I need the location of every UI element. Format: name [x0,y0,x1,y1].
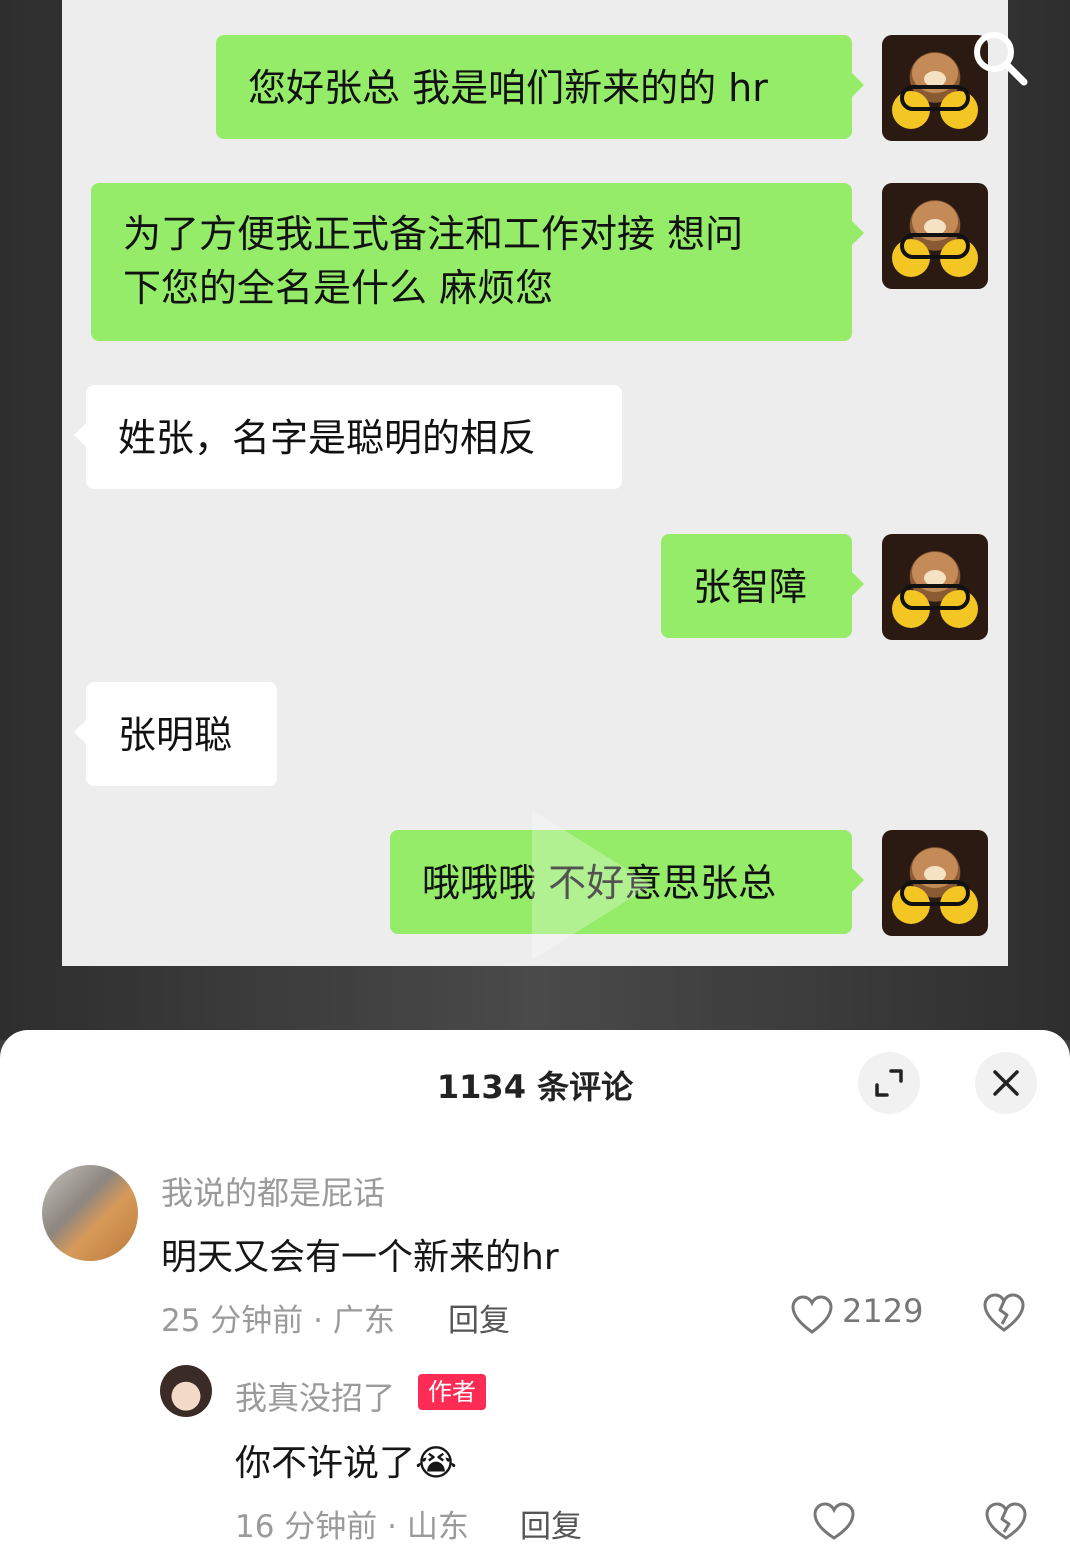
message-text: 张明聪 [118,713,233,757]
expand-icon [875,1069,903,1097]
my-avatar [882,830,988,936]
comments-panel: 1134 条评论 我说的都是屁话 明天又会有一个新来的hr 25 分钟前 · 广… [0,1030,1070,1558]
commenter-avatar[interactable] [42,1165,138,1261]
comment-meta: 16 分钟前 · 山东 [235,1509,469,1545]
expand-button[interactable] [858,1052,920,1114]
close-button[interactable] [975,1052,1037,1114]
message-text: 姓张，名字是聪明的相反 [118,416,537,460]
message-text-line: 下您的全名是什么 麻烦您 [123,266,554,310]
author-badge: 作者 [418,1374,486,1410]
my-avatar [882,183,988,289]
heart-icon [813,1502,855,1540]
dislike-button[interactable] [984,1502,1028,1542]
like-button[interactable]: 2129 [790,1292,930,1336]
close-icon [993,1070,1019,1096]
my-avatar [882,534,988,640]
message-text: 您好张总 我是咱们新来的的 hr [248,66,768,110]
chat-screenshot: 您好张总 我是咱们新来的的 hr 为了方便我正式备注和工作对接 想问 下您的全名… [62,0,1008,966]
like-count: 2129 [842,1292,924,1330]
reply-button[interactable]: 回复 [520,1501,582,1546]
video-area[interactable]: 您好张总 我是咱们新来的的 hr 为了方便我正式备注和工作对接 想问 下您的全名… [0,0,1070,1040]
play-icon[interactable] [532,810,652,960]
chat-bubble-them: 姓张，名字是聪明的相反 [74,385,622,489]
comment-text: 明天又会有一个新来的hr [161,1237,559,1278]
reply-button[interactable]: 回复 [448,1295,510,1340]
chat-bubble-me: 为了方便我正式备注和工作对接 想问 下您的全名是什么 麻烦您 [91,183,864,341]
message-text: 张智障 [693,565,808,609]
comment-username[interactable]: 我说的都是屁话 [161,1168,385,1214]
heart-icon [791,1295,833,1334]
comment-text: 你不许说了😭 [235,1443,458,1484]
broken-heart-icon [985,1502,1027,1540]
dislike-button[interactable] [982,1292,1026,1336]
message-text-line: 为了方便我正式备注和工作对接 想问 [123,212,744,256]
comment-username[interactable]: 我真没招了 [235,1373,395,1419]
chat-bubble-me: 张智障 [661,534,864,638]
chat-bubble-them: 张明聪 [74,682,277,786]
broken-heart-icon [983,1293,1025,1332]
like-button[interactable] [812,1502,856,1542]
commenter-avatar[interactable] [160,1365,212,1417]
chat-bubble-me: 您好张总 我是咱们新来的的 hr [216,35,864,139]
comment-meta: 25 分钟前 · 广东 [161,1303,395,1339]
search-icon[interactable] [970,28,1030,88]
